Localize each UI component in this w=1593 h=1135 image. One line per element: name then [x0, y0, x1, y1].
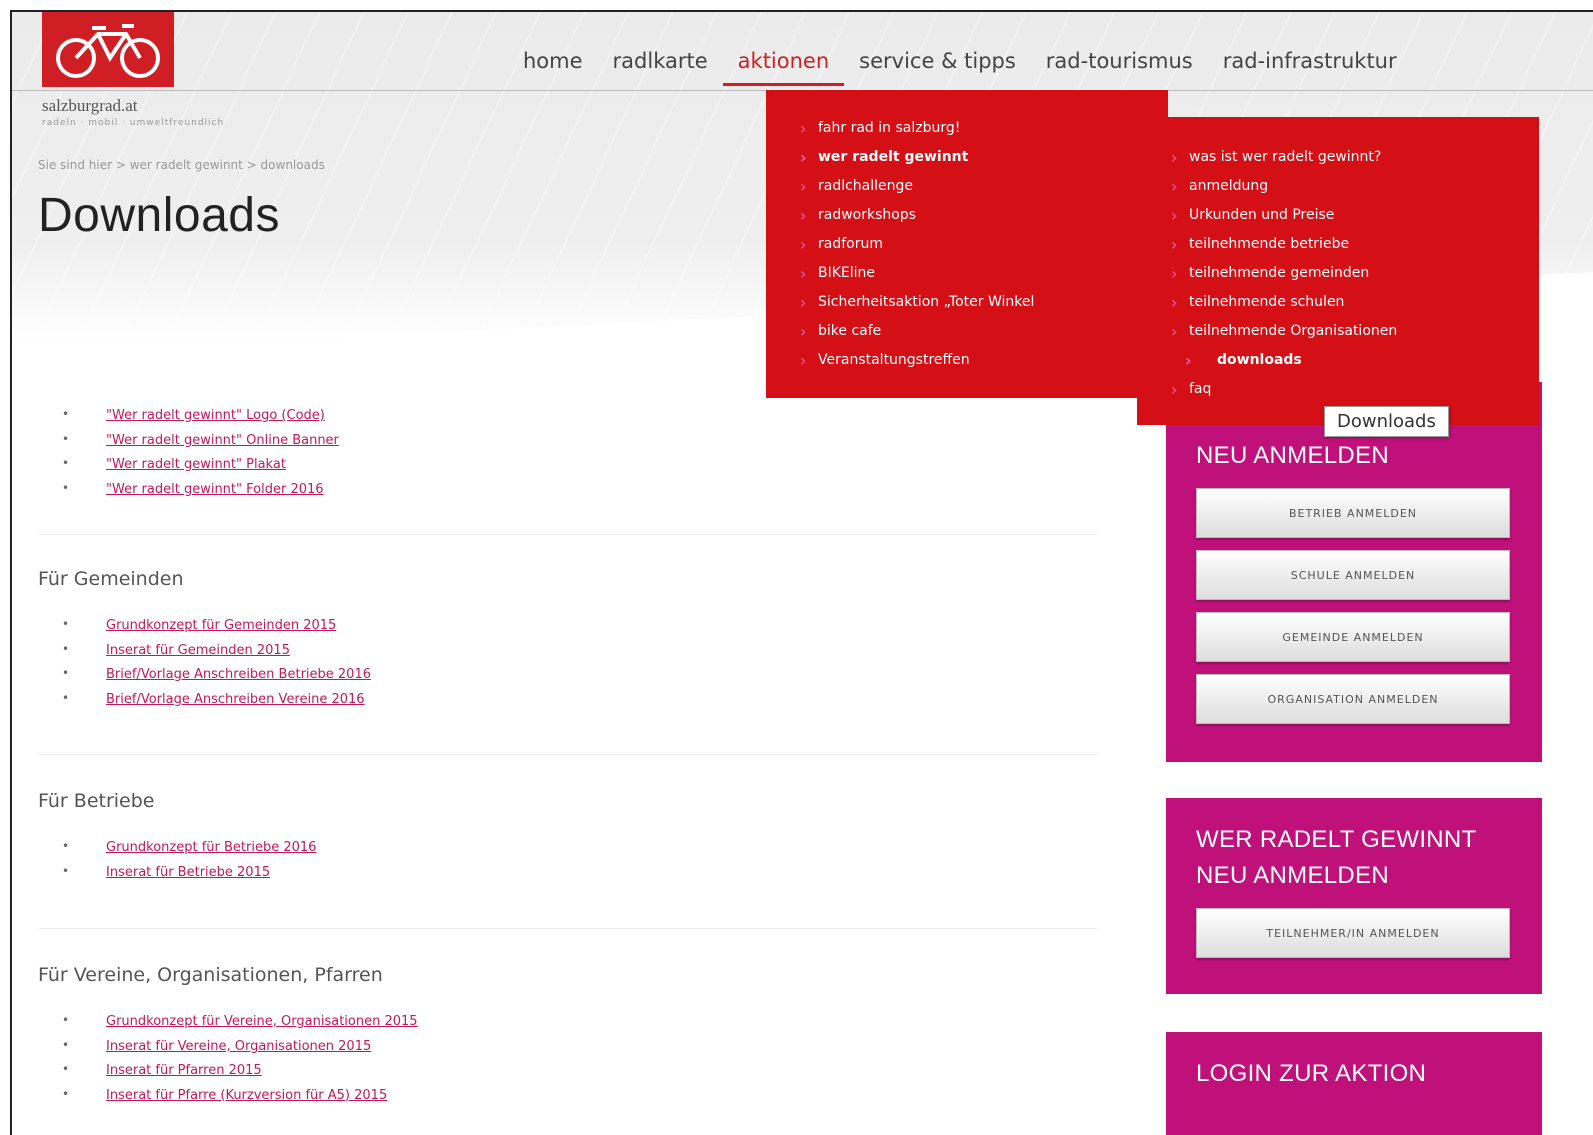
submenu-item[interactable]: was ist wer radelt gewinnt?: [1171, 143, 1397, 172]
download-section-general: "Wer radelt gewinnt" Logo (Code) "Wer ra…: [38, 402, 339, 500]
download-section-betriebe: Für Betriebe Grundkonzept für Betriebe 2…: [38, 790, 316, 883]
nav-service-tipps[interactable]: service & tipps: [844, 46, 1031, 86]
divider: [38, 534, 1098, 535]
register-organisation-button[interactable]: ORGANISATION ANMELDEN: [1196, 674, 1510, 724]
tooltip: Downloads: [1324, 406, 1449, 437]
download-link[interactable]: Grundkonzept für Betriebe 2016: [106, 840, 316, 855]
submenu-item-downloads[interactable]: downloads: [1171, 346, 1397, 375]
list-item: Inserat für Gemeinden 2015: [38, 637, 371, 662]
list-item: "Wer radelt gewinnt" Logo (Code): [38, 402, 339, 427]
browser-frame: salzburgrad.at radeln · mobil · umweltfr…: [10, 10, 1593, 1135]
list-item: Grundkonzept für Betriebe 2016: [38, 834, 316, 859]
brand-name: salzburgrad.at: [42, 96, 138, 115]
brand-tagline: radeln · mobil · umweltfreundlich: [42, 118, 225, 128]
download-link[interactable]: Brief/Vorlage Anschreiben Betriebe 2016: [106, 667, 371, 682]
submenu-item[interactable]: teilnehmende Organisationen: [1171, 317, 1397, 346]
download-link[interactable]: Inserat für Pfarre (Kurzversion für A5) …: [106, 1088, 387, 1103]
list-item: "Wer radelt gewinnt" Plakat: [38, 451, 339, 476]
bicycle-icon: [56, 23, 160, 78]
submenu-item[interactable]: teilnehmende betriebe: [1171, 230, 1397, 259]
submenu-item[interactable]: faq: [1171, 375, 1397, 404]
dropdown-item[interactable]: fahr rad in salzburg!: [800, 114, 1034, 143]
download-link[interactable]: Grundkonzept für Vereine, Organisationen…: [106, 1014, 418, 1029]
logo[interactable]: [42, 12, 174, 87]
section-title: Für Gemeinden: [38, 568, 184, 590]
list-item: Inserat für Pfarre (Kurzversion für A5) …: [38, 1082, 418, 1107]
submenu-item[interactable]: Urkunden und Preise: [1171, 201, 1397, 230]
list-item: "Wer radelt gewinnt" Online Banner: [38, 427, 339, 452]
list-item: "Wer radelt gewinnt" Folder 2016: [38, 476, 339, 501]
nav-rad-infrastruktur[interactable]: rad-infrastruktur: [1208, 46, 1412, 86]
section-title: Für Vereine, Organisationen, Pfarren: [38, 964, 383, 986]
dropdown-item[interactable]: radlchallenge: [800, 172, 1034, 201]
sidebar-register-box: NEU ANMELDEN BETRIEB ANMELDEN SCHULE ANM…: [1166, 382, 1542, 762]
sidebar-participant-box: WER RADELT GEWINNT NEU ANMELDEN TEILNEHM…: [1166, 798, 1542, 994]
divider: [38, 928, 1098, 929]
download-link[interactable]: Inserat für Pfarren 2015: [106, 1063, 262, 1078]
register-municipality-button[interactable]: GEMEINDE ANMELDEN: [1196, 612, 1510, 662]
download-link[interactable]: "Wer radelt gewinnt" Plakat: [106, 457, 286, 472]
dropdown-item[interactable]: bike cafe: [800, 317, 1034, 346]
dropdown-item[interactable]: Veranstaltungstreffen: [800, 346, 1034, 375]
list-item: Inserat für Pfarren 2015: [38, 1057, 418, 1082]
download-link[interactable]: Inserat für Betriebe 2015: [106, 865, 270, 880]
register-company-button[interactable]: BETRIEB ANMELDEN: [1196, 488, 1510, 538]
main-nav: home radlkarte aktionen service & tipps …: [508, 46, 1412, 86]
nav-home[interactable]: home: [508, 46, 598, 86]
dropdown-item[interactable]: BIKEline: [800, 259, 1034, 288]
submenu-item[interactable]: teilnehmende gemeinden: [1171, 259, 1397, 288]
submenu-item[interactable]: teilnehmende schulen: [1171, 288, 1397, 317]
download-section-vereine: Für Vereine, Organisationen, Pfarren Gru…: [38, 964, 418, 1106]
sidebar-title: WER RADELT GEWINNT NEU ANMELDEN: [1196, 826, 1477, 889]
download-link[interactable]: Inserat für Gemeinden 2015: [106, 643, 290, 658]
wer-radelt-gewinnt-submenu: was ist wer radelt gewinnt? anmeldung Ur…: [1137, 117, 1539, 425]
download-link[interactable]: Grundkonzept für Gemeinden 2015: [106, 618, 336, 633]
submenu-item[interactable]: anmeldung: [1171, 172, 1397, 201]
list-item: Inserat für Betriebe 2015: [38, 859, 316, 884]
sidebar-title: LOGIN ZUR AKTION: [1196, 1060, 1427, 1087]
download-link[interactable]: "Wer radelt gewinnt" Logo (Code): [106, 408, 325, 423]
sidebar-title: NEU ANMELDEN: [1196, 442, 1389, 469]
download-section-gemeinden: Für Gemeinden Grundkonzept für Gemeinden…: [38, 568, 371, 710]
register-school-button[interactable]: SCHULE ANMELDEN: [1196, 550, 1510, 600]
dropdown-item[interactable]: Sicherheitsaktion „Toter Winkel: [800, 288, 1034, 317]
download-link[interactable]: "Wer radelt gewinnt" Online Banner: [106, 433, 339, 448]
dropdown-item[interactable]: radworkshops: [800, 201, 1034, 230]
section-title: Für Betriebe: [38, 790, 155, 812]
download-link[interactable]: Inserat für Vereine, Organisationen 2015: [106, 1039, 371, 1054]
page-title: Downloads: [38, 189, 280, 242]
list-item: Grundkonzept für Gemeinden 2015: [38, 612, 371, 637]
dropdown-item[interactable]: wer radelt gewinnt: [800, 143, 1034, 172]
nav-aktionen[interactable]: aktionen: [722, 46, 845, 86]
list-item: Brief/Vorlage Anschreiben Betriebe 2016: [38, 661, 371, 686]
list-item: Grundkonzept für Vereine, Organisationen…: [38, 1008, 418, 1033]
dropdown-item[interactable]: radforum: [800, 230, 1034, 259]
download-link[interactable]: Brief/Vorlage Anschreiben Vereine 2016: [106, 692, 365, 707]
sidebar-login-box: LOGIN ZUR AKTION: [1166, 1032, 1542, 1135]
breadcrumb: Sie sind hier > wer radelt gewinnt > dow…: [38, 158, 325, 172]
aktionen-dropdown: fahr rad in salzburg! wer radelt gewinnt…: [766, 90, 1168, 398]
divider: [38, 754, 1098, 755]
download-link[interactable]: "Wer radelt gewinnt" Folder 2016: [106, 482, 324, 497]
list-item: Brief/Vorlage Anschreiben Vereine 2016: [38, 686, 371, 711]
list-item: Inserat für Vereine, Organisationen 2015: [38, 1033, 418, 1058]
register-participant-button[interactable]: TEILNEHMER/IN ANMELDEN: [1196, 908, 1510, 958]
nav-radlkarte[interactable]: radlkarte: [598, 46, 723, 86]
nav-rad-tourismus[interactable]: rad-tourismus: [1031, 46, 1208, 86]
